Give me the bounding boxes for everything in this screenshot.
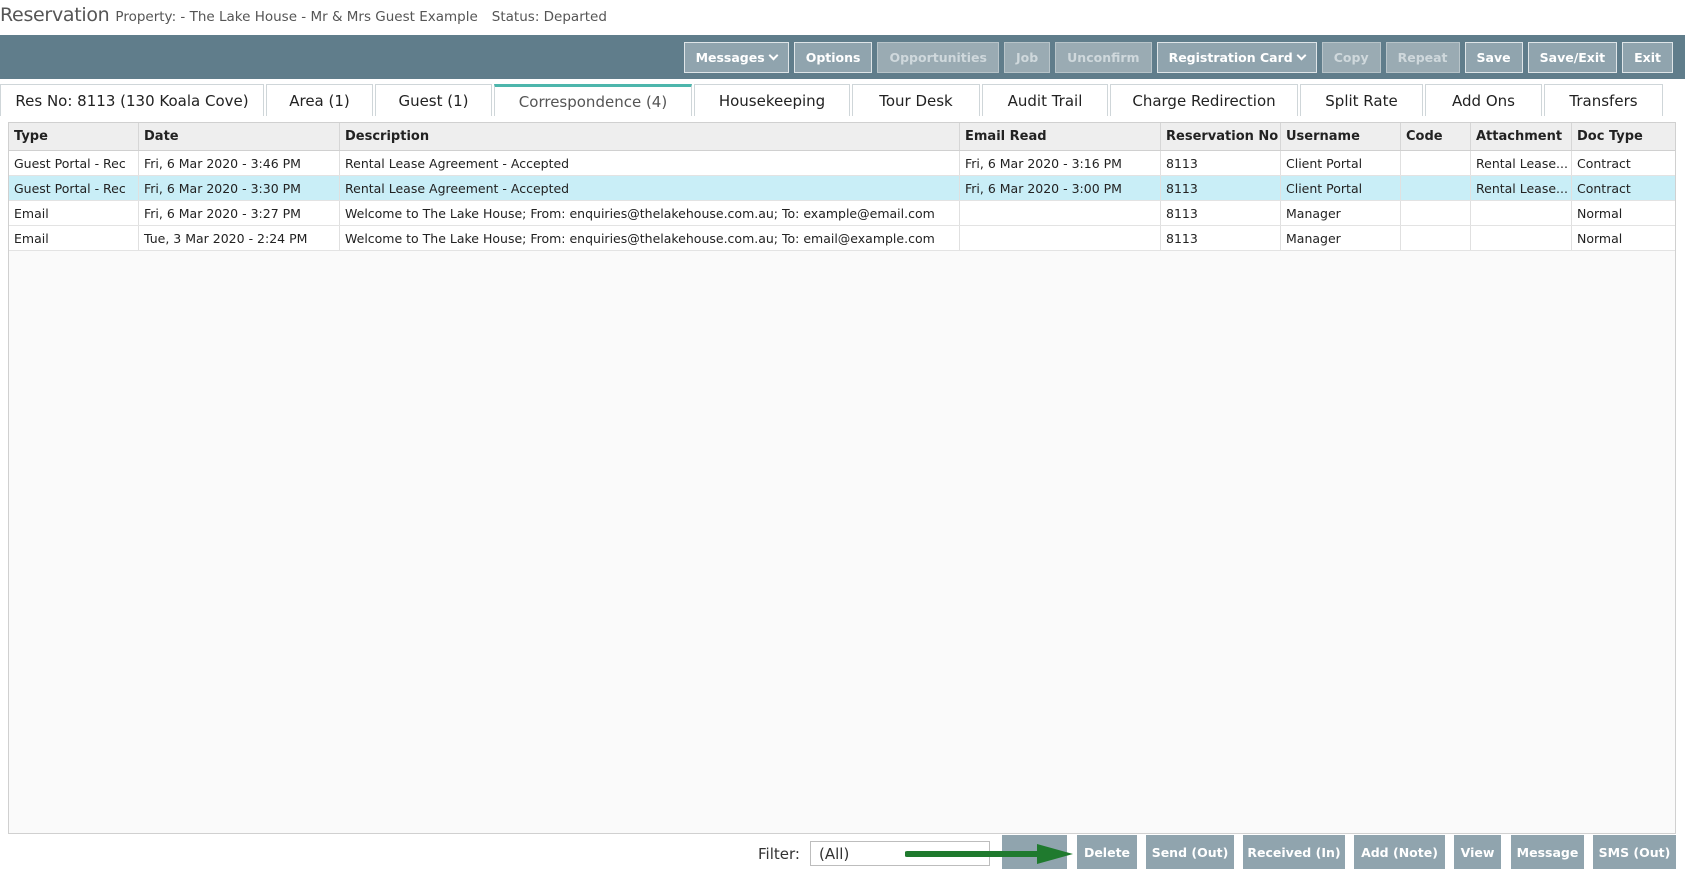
- cell-attachment: [1471, 226, 1572, 250]
- table-row[interactable]: Email Fri, 6 Mar 2020 - 3:27 PM Welcome …: [9, 201, 1675, 226]
- view-button[interactable]: View: [1454, 835, 1501, 869]
- options-button[interactable]: Options: [793, 41, 873, 73]
- column-header-code[interactable]: Code: [1401, 123, 1471, 150]
- cell-username: Manager: [1281, 226, 1401, 250]
- sms-out-button[interactable]: SMS (Out): [1593, 835, 1676, 869]
- green-arrow-icon: [905, 844, 1073, 864]
- tab-bar: Res No: 8113 (130 Koala Cove) Area (1) G…: [0, 84, 1685, 116]
- messages-button[interactable]: Messages: [683, 41, 789, 73]
- job-button[interactable]: Job: [1003, 41, 1051, 73]
- column-header-reservation-no[interactable]: Reservation No: [1161, 123, 1281, 150]
- cell-date: Fri, 6 Mar 2020 - 3:27 PM: [139, 201, 340, 225]
- cell-type: Guest Portal - Rec: [9, 176, 139, 200]
- table-row-selected[interactable]: Guest Portal - Rec Fri, 6 Mar 2020 - 3:3…: [9, 176, 1675, 201]
- registration-card-label: Registration Card: [1168, 49, 1293, 65]
- chevron-down-icon: [1296, 50, 1307, 60]
- cell-code: [1401, 176, 1471, 200]
- cell-date: Fri, 6 Mar 2020 - 3:46 PM: [139, 151, 340, 175]
- messages-label: Messages: [695, 49, 765, 65]
- property-label: Property: - The Lake House - Mr & Mrs Gu…: [115, 9, 478, 25]
- delete-button[interactable]: Delete: [1077, 835, 1137, 869]
- cell-attachment: [1471, 201, 1572, 225]
- send-out-button[interactable]: Send (Out): [1146, 835, 1234, 869]
- cell-attachment: Rental Lease...: [1471, 176, 1572, 200]
- registration-card-button[interactable]: Registration Card: [1156, 41, 1317, 73]
- tab-audit-trail[interactable]: Audit Trail: [982, 84, 1108, 116]
- page-header: Reservation Property: - The Lake House -…: [0, 4, 607, 32]
- received-in-button[interactable]: Received (In): [1243, 835, 1345, 869]
- exit-button[interactable]: Exit: [1622, 41, 1673, 73]
- chevron-down-icon: [768, 50, 779, 60]
- cell-username: Client Portal: [1281, 176, 1401, 200]
- status-label: Status: Departed: [491, 9, 607, 25]
- copy-button[interactable]: Copy: [1321, 41, 1381, 73]
- cell-code: [1401, 201, 1471, 225]
- column-header-attachment[interactable]: Attachment: [1471, 123, 1572, 150]
- cell-attachment: Rental Lease...: [1471, 151, 1572, 175]
- cell-email-read: Fri, 6 Mar 2020 - 3:16 PM: [960, 151, 1161, 175]
- cell-email-read: [960, 226, 1161, 250]
- cell-code: [1401, 226, 1471, 250]
- tab-tour-desk[interactable]: Tour Desk: [852, 84, 980, 116]
- cell-email-read: [960, 201, 1161, 225]
- column-header-doc-type[interactable]: Doc Type: [1572, 123, 1675, 150]
- attachment-text: Rental Lease...: [1476, 180, 1568, 196]
- cell-type: Email: [9, 226, 139, 250]
- column-header-email-read[interactable]: Email Read: [960, 123, 1161, 150]
- tab-split-rate[interactable]: Split Rate: [1300, 84, 1423, 116]
- cell-doc-type: Contract: [1577, 180, 1631, 196]
- tab-guest[interactable]: Guest (1): [375, 84, 492, 116]
- cell-code: [1401, 151, 1471, 175]
- grid-footer: Filter: (All) Delete Send (Out) Received…: [0, 835, 1685, 871]
- tab-area[interactable]: Area (1): [266, 84, 373, 116]
- cell-username: Client Portal: [1281, 151, 1401, 175]
- tab-res-no[interactable]: Res No: 8113 (130 Koala Cove): [0, 84, 264, 116]
- correspondence-grid: Type Date Description Email Read Reserva…: [8, 122, 1676, 834]
- tab-housekeeping[interactable]: Housekeeping: [694, 84, 850, 116]
- cell-date: Tue, 3 Mar 2020 - 2:24 PM: [139, 226, 340, 250]
- repeat-button[interactable]: Repeat: [1385, 41, 1460, 73]
- cell-username: Manager: [1281, 201, 1401, 225]
- save-button[interactable]: Save: [1464, 41, 1523, 73]
- cell-email-read: Fri, 6 Mar 2020 - 3:00 PM: [960, 176, 1161, 200]
- column-header-username[interactable]: Username: [1281, 123, 1401, 150]
- opportunities-button[interactable]: Opportunities: [877, 41, 999, 73]
- cell-description: Rental Lease Agreement - Accepted: [340, 151, 960, 175]
- table-row[interactable]: Guest Portal - Rec Fri, 6 Mar 2020 - 3:4…: [9, 151, 1675, 176]
- grid-header: Type Date Description Email Read Reserva…: [9, 123, 1675, 151]
- cell-reservation-no: 8113: [1161, 201, 1281, 225]
- cell-doc-type: Normal: [1577, 230, 1623, 246]
- message-button[interactable]: Message: [1511, 835, 1584, 869]
- cell-type: Email: [9, 201, 139, 225]
- cell-description: Welcome to The Lake House; From: enquiri…: [340, 226, 960, 250]
- unconfirm-button[interactable]: Unconfirm: [1055, 41, 1152, 73]
- cell-type: Guest Portal - Rec: [9, 151, 139, 175]
- cell-reservation-no: 8113: [1161, 226, 1281, 250]
- table-row[interactable]: Email Tue, 3 Mar 2020 - 2:24 PM Welcome …: [9, 226, 1675, 251]
- cell-description: Welcome to The Lake House; From: enquiri…: [340, 201, 960, 225]
- tab-correspondence[interactable]: Correspondence (4): [494, 84, 692, 116]
- cell-reservation-no: 8113: [1161, 176, 1281, 200]
- attachment-text: Rental Lease...: [1476, 155, 1568, 171]
- cell-description: Rental Lease Agreement - Accepted: [340, 176, 960, 200]
- column-header-date[interactable]: Date: [139, 123, 340, 150]
- cell-doc-type: Normal: [1577, 205, 1623, 221]
- tab-charge-redirection[interactable]: Charge Redirection: [1110, 84, 1298, 116]
- filter-label: Filter:: [758, 845, 800, 863]
- column-header-description[interactable]: Description: [340, 123, 960, 150]
- column-header-type[interactable]: Type: [9, 123, 139, 150]
- tab-transfers[interactable]: Transfers: [1544, 84, 1663, 116]
- cell-reservation-no: 8113: [1161, 151, 1281, 175]
- save-exit-button[interactable]: Save/Exit: [1527, 41, 1618, 73]
- page-title: Reservation: [0, 4, 110, 26]
- toolbar: Messages Options Opportunities Job Uncon…: [0, 35, 1685, 79]
- cell-doc-type: Contract: [1577, 155, 1631, 171]
- add-note-button[interactable]: Add (Note): [1354, 835, 1445, 869]
- cell-date: Fri, 6 Mar 2020 - 3:30 PM: [139, 176, 340, 200]
- tab-add-ons[interactable]: Add Ons: [1425, 84, 1542, 116]
